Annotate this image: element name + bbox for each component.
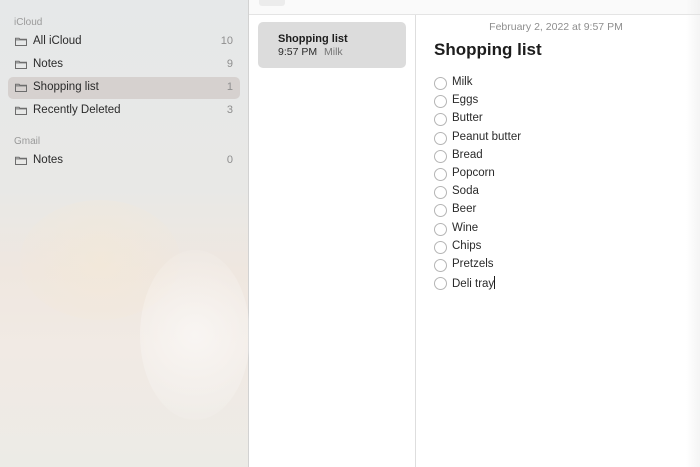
checkbox-circle-icon[interactable]	[434, 277, 447, 291]
toolbar	[249, 0, 700, 15]
checkbox-circle-icon[interactable]	[434, 222, 447, 236]
folder-count: 9	[226, 58, 233, 70]
checkbox-circle-icon[interactable]	[434, 113, 447, 127]
note-preview: Milk	[324, 46, 343, 58]
note-list-item[interactable]: Shopping list 9:57 PM Milk	[258, 22, 406, 68]
folder-icon	[15, 106, 27, 115]
folder-count: 1	[226, 81, 233, 93]
gmail-section-header: Gmail	[14, 136, 41, 147]
checkbox-circle-icon[interactable]	[434, 204, 447, 218]
checklist-item-text[interactable]: Popcorn	[452, 167, 495, 179]
note-date: February 2, 2022 at 9:57 PM	[489, 21, 623, 33]
folder-label: All iCloud	[33, 35, 82, 47]
folder-label: Shopping list	[33, 81, 99, 93]
sidebar: iCloud All iCloud 10 Notes 9 Shopping li…	[0, 0, 250, 467]
sidebar-item-notes[interactable]: Notes 9	[8, 54, 240, 76]
checkbox-circle-icon[interactable]	[434, 131, 447, 145]
folder-label: Recently Deleted	[33, 104, 121, 116]
note-editor[interactable]: February 2, 2022 at 9:57 PM Shopping lis…	[416, 14, 700, 467]
sidebar-item-recently-deleted[interactable]: Recently Deleted 3	[8, 100, 240, 122]
checkbox-circle-icon[interactable]	[434, 240, 447, 254]
note-heading[interactable]: Shopping list	[434, 40, 542, 60]
checklist-item-text[interactable]: Peanut butter	[452, 131, 521, 143]
sidebar-background-glow	[140, 250, 250, 420]
sidebar-item-all-icloud[interactable]: All iCloud 10	[8, 31, 240, 53]
text-cursor	[494, 276, 496, 290]
checklist-item-text[interactable]: Eggs	[452, 94, 478, 106]
folder-count: 10	[220, 35, 233, 47]
folder-icon	[15, 37, 27, 46]
checklist-item-text[interactable]: Milk	[452, 76, 472, 88]
note-title: Shopping list	[278, 33, 348, 45]
checklist-item-text[interactable]: Bread	[452, 149, 483, 161]
checklist-item-text[interactable]: Butter	[452, 112, 483, 124]
note-time: 9:57 PM	[278, 46, 318, 58]
sidebar-item-gmail-notes[interactable]: Notes 0	[8, 150, 240, 172]
window-edge	[686, 0, 700, 467]
icloud-section-header: iCloud	[14, 17, 43, 28]
folder-count: 0	[226, 154, 233, 166]
checkbox-circle-icon[interactable]	[434, 186, 447, 200]
folder-icon	[15, 60, 27, 69]
sidebar-item-shopping-list[interactable]: Shopping list 1	[8, 77, 240, 99]
checkbox-circle-icon[interactable]	[434, 77, 447, 90]
checklist-item-text-active[interactable]: Deli tray	[452, 276, 496, 291]
checklist-item-text[interactable]: Pretzels	[452, 258, 494, 270]
folder-icon	[15, 156, 27, 165]
checkbox-circle-icon[interactable]	[434, 95, 447, 109]
folder-count: 3	[226, 104, 233, 116]
checklist-item-text[interactable]: Wine	[452, 222, 478, 234]
checkbox-circle-icon[interactable]	[434, 167, 447, 181]
checklist-item-text[interactable]: Beer	[452, 203, 476, 215]
checkbox-circle-icon[interactable]	[434, 149, 447, 163]
checklist-item-text[interactable]: Soda	[452, 185, 479, 197]
folder-label: Notes	[33, 58, 64, 70]
checklist-item-text[interactable]: Chips	[452, 240, 481, 252]
checklist-item-text: Deli tray	[452, 278, 495, 291]
folder-icon	[15, 83, 27, 92]
checkbox-circle-icon[interactable]	[434, 258, 447, 272]
toolbar-button[interactable]	[259, 0, 285, 6]
note-list	[249, 0, 416, 467]
folder-label: Notes	[33, 154, 64, 166]
